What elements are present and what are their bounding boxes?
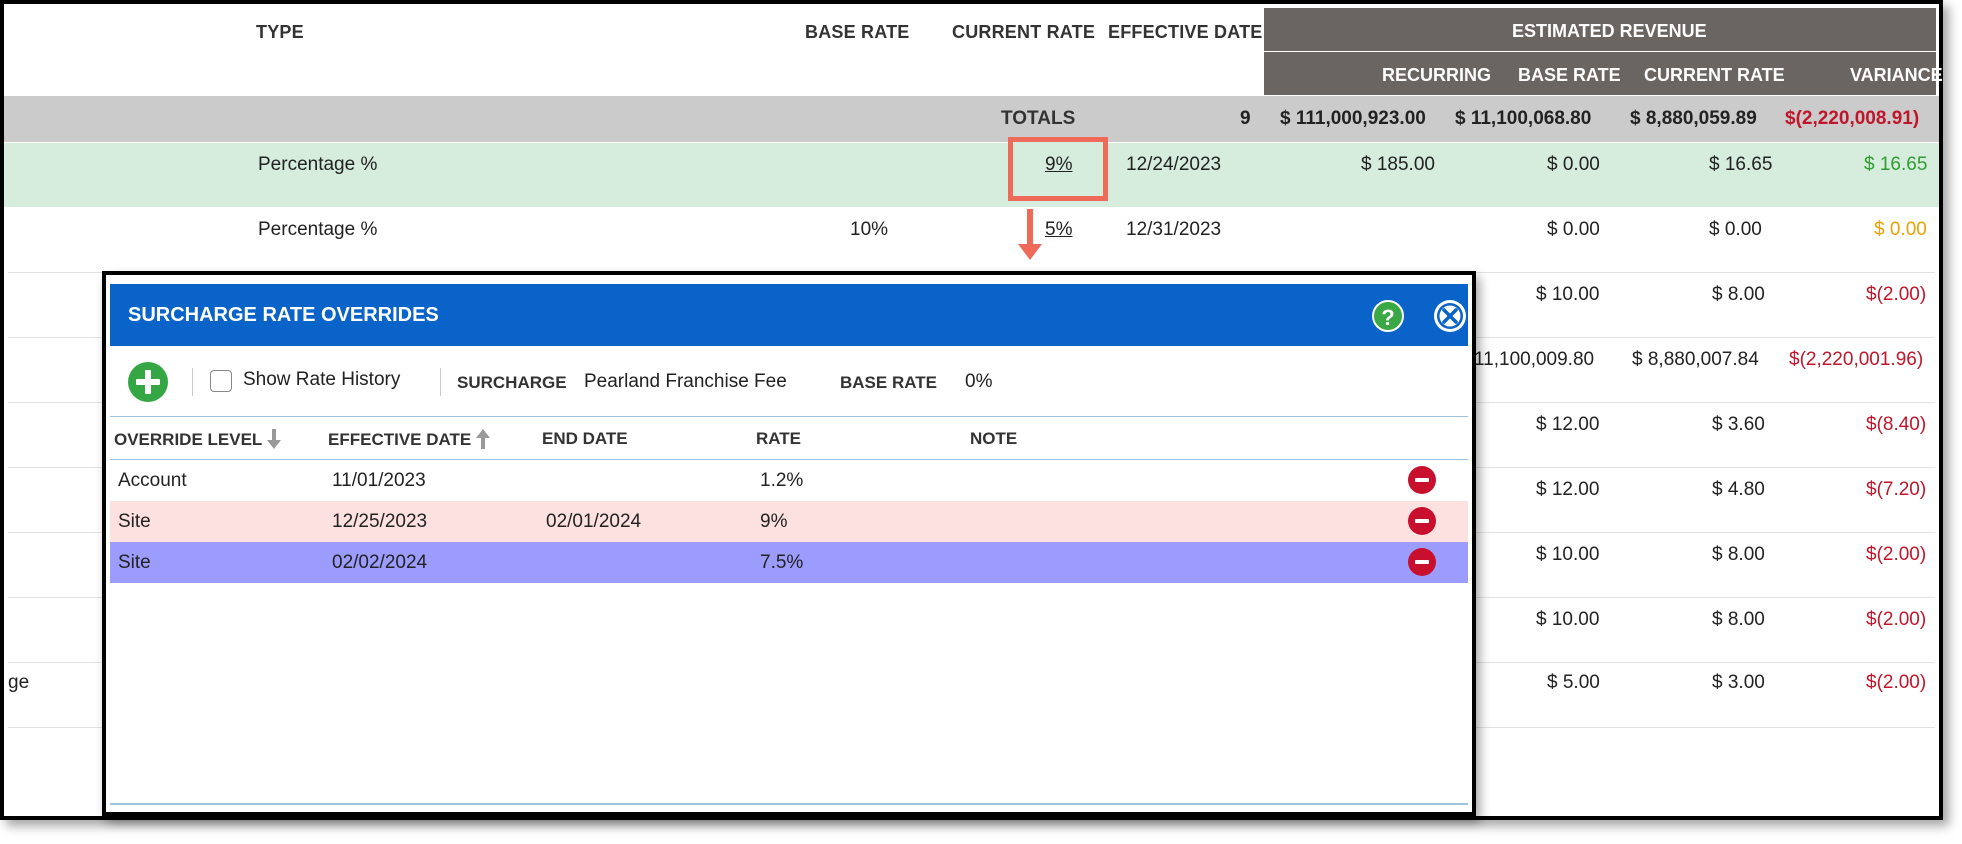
main-grid-frame: TYPE BASE RATE CURRENT RATE EFFECTIVE DA… xyxy=(0,0,1943,820)
row-variance: $(2,220,001.96) xyxy=(1789,349,1924,370)
row-rev-current: $ 8.00 xyxy=(1712,609,1765,630)
col-rev-base-rate[interactable]: BASE RATE xyxy=(1518,65,1621,86)
row-rev-base: 11,100,009.80 xyxy=(1474,349,1595,370)
override-effective-date: 02/02/2024 xyxy=(332,552,428,573)
override-rate: 9% xyxy=(760,511,788,532)
row-rev-base: $ 0.00 xyxy=(1547,154,1600,175)
totals-base-rate: $ 11,100,068.80 xyxy=(1455,108,1592,129)
surcharge-value: Pearland Franchise Fee xyxy=(584,371,787,392)
row-rev-base: $ 12.00 xyxy=(1536,414,1600,435)
row-current-rate-link[interactable]: 9% xyxy=(1045,154,1072,176)
surcharge-rate-overrides-dialog: SURCHARGE RATE OVERRIDES ? Show Rate His… xyxy=(102,271,1476,816)
override-effective-date: 12/25/2023 xyxy=(332,511,428,532)
totals-current-rate: $ 8,880,059.89 xyxy=(1630,108,1757,129)
remove-override-icon[interactable] xyxy=(1408,507,1436,535)
override-effective-date: 11/01/2023 xyxy=(332,470,426,491)
row-rev-current: $ 8.00 xyxy=(1712,284,1765,305)
row-rev-base: $ 5.00 xyxy=(1547,672,1600,693)
row-rev-base: $ 0.00 xyxy=(1547,219,1600,240)
show-rate-history-checkbox[interactable] xyxy=(210,370,232,392)
override-level: Site xyxy=(118,511,151,532)
row-current-rate-link[interactable]: 5% xyxy=(1045,219,1072,241)
row-rev-base: $ 10.00 xyxy=(1536,544,1600,565)
totals-label: TOTALS xyxy=(1001,108,1076,129)
override-rate: 1.2% xyxy=(760,470,804,491)
override-end-date: 02/01/2024 xyxy=(546,511,642,532)
col-rate[interactable]: RATE xyxy=(756,429,801,449)
col-type[interactable]: TYPE xyxy=(256,22,304,43)
col-recurring[interactable]: RECURRING xyxy=(1382,65,1491,86)
totals-count: 9 xyxy=(1240,108,1251,129)
dialog-bottom-border xyxy=(110,803,1468,805)
row-rev-current: $ 8.00 xyxy=(1712,544,1765,565)
callout-arrow-head xyxy=(1018,244,1042,260)
sort-desc-icon xyxy=(266,429,281,449)
col-override-level-label: OVERRIDE LEVEL xyxy=(114,430,262,449)
surcharge-label: SURCHARGE xyxy=(457,373,567,392)
override-row[interactable]: Site 12/25/2023 02/01/2024 9% xyxy=(110,501,1468,542)
close-icon[interactable] xyxy=(1434,300,1466,332)
row-rev-current: $ 16.65 xyxy=(1709,154,1773,175)
row-rev-current: $ 8,880,007.84 xyxy=(1632,349,1759,370)
toolbar-separator xyxy=(440,368,441,396)
row-variance: $(2.00) xyxy=(1866,609,1927,630)
estimated-revenue-title: ESTIMATED REVENUE xyxy=(1512,21,1707,41)
col-variance[interactable]: VARIANCE xyxy=(1850,65,1943,86)
row-variance: $(7.20) xyxy=(1866,479,1927,500)
revenue-subheader: RECURRING BASE RATE CURRENT RATE VARIANC… xyxy=(1264,52,1943,95)
show-rate-history-label[interactable]: Show Rate History xyxy=(243,369,400,391)
dialog-title: SURCHARGE RATE OVERRIDES xyxy=(128,304,439,326)
remove-override-icon[interactable] xyxy=(1408,548,1436,576)
row-base-rate: 10% xyxy=(850,219,889,240)
add-override-icon[interactable] xyxy=(128,362,168,402)
overrides-grid-header: OVERRIDE LEVEL EFFECTIVE DATE END DATE R… xyxy=(110,416,1468,460)
override-row-selected[interactable]: Site 02/02/2024 7.5% xyxy=(110,542,1468,583)
row-type: Percentage % xyxy=(258,154,378,175)
row-variance: $(2.00) xyxy=(1866,672,1927,693)
col-base-rate[interactable]: BASE RATE xyxy=(805,22,909,43)
row-effective-date: 12/31/2023 xyxy=(1126,219,1222,240)
row-type-fragment: ge xyxy=(8,672,30,693)
toolbar-separator xyxy=(192,368,193,396)
row-type: Percentage % xyxy=(258,219,378,240)
row-rev-current: $ 3.60 xyxy=(1712,414,1765,435)
base-rate-value: 0% xyxy=(965,371,993,392)
col-override-level[interactable]: OVERRIDE LEVEL xyxy=(114,429,281,450)
base-rate-label: BASE RATE xyxy=(840,373,937,392)
row-variance: $(2.00) xyxy=(1866,284,1927,305)
row-rev-base: $ 12.00 xyxy=(1536,479,1600,500)
remove-override-icon[interactable] xyxy=(1408,466,1436,494)
row-effective-date: 12/24/2023 xyxy=(1126,154,1222,175)
totals-variance: $(2,220,008.91) xyxy=(1785,108,1920,129)
override-row[interactable]: Account 11/01/2023 1.2% xyxy=(110,460,1468,501)
row-variance: $(2.00) xyxy=(1866,544,1927,565)
col-rev-current-rate[interactable]: CURRENT RATE xyxy=(1644,65,1785,86)
row-rev-current: $ 0.00 xyxy=(1709,219,1762,240)
row-variance: $ 0.00 xyxy=(1874,219,1927,240)
row-variance: $ 16.65 xyxy=(1864,154,1928,175)
help-icon[interactable]: ? xyxy=(1372,300,1404,332)
row-rev-base: $ 10.00 xyxy=(1536,609,1600,630)
col-effective-date[interactable]: EFFECTIVE DATE xyxy=(328,429,490,450)
dialog-toolbar: Show Rate History SURCHARGE Pearland Fra… xyxy=(110,346,1468,416)
dialog-header: SURCHARGE RATE OVERRIDES ? xyxy=(110,284,1468,346)
row-rev-current: $ 4.80 xyxy=(1712,479,1765,500)
row-variance: $(8.40) xyxy=(1866,414,1927,435)
override-level: Account xyxy=(118,470,187,491)
col-effective-date-label: EFFECTIVE DATE xyxy=(328,430,472,449)
override-level: Site xyxy=(118,552,151,573)
row-recurring: $ 185.00 xyxy=(1361,154,1435,175)
col-end-date[interactable]: END DATE xyxy=(542,429,628,449)
callout-arrow-shaft xyxy=(1027,209,1033,247)
col-effective-date[interactable]: EFFECTIVE DATE xyxy=(1108,22,1262,43)
estimated-revenue-header: ESTIMATED REVENUE xyxy=(1264,8,1936,51)
col-note[interactable]: NOTE xyxy=(970,429,1017,449)
row-rev-base: $ 10.00 xyxy=(1536,284,1600,305)
override-rate: 7.5% xyxy=(760,552,804,573)
row-rev-current: $ 3.00 xyxy=(1712,672,1765,693)
totals-recurring: $ 111,000,923.00 xyxy=(1280,108,1426,129)
totals-row: TOTALS 9 $ 111,000,923.00 $ 11,100,068.8… xyxy=(4,96,1939,142)
sort-asc-icon xyxy=(475,429,490,449)
col-current-rate[interactable]: CURRENT RATE xyxy=(952,22,1095,43)
